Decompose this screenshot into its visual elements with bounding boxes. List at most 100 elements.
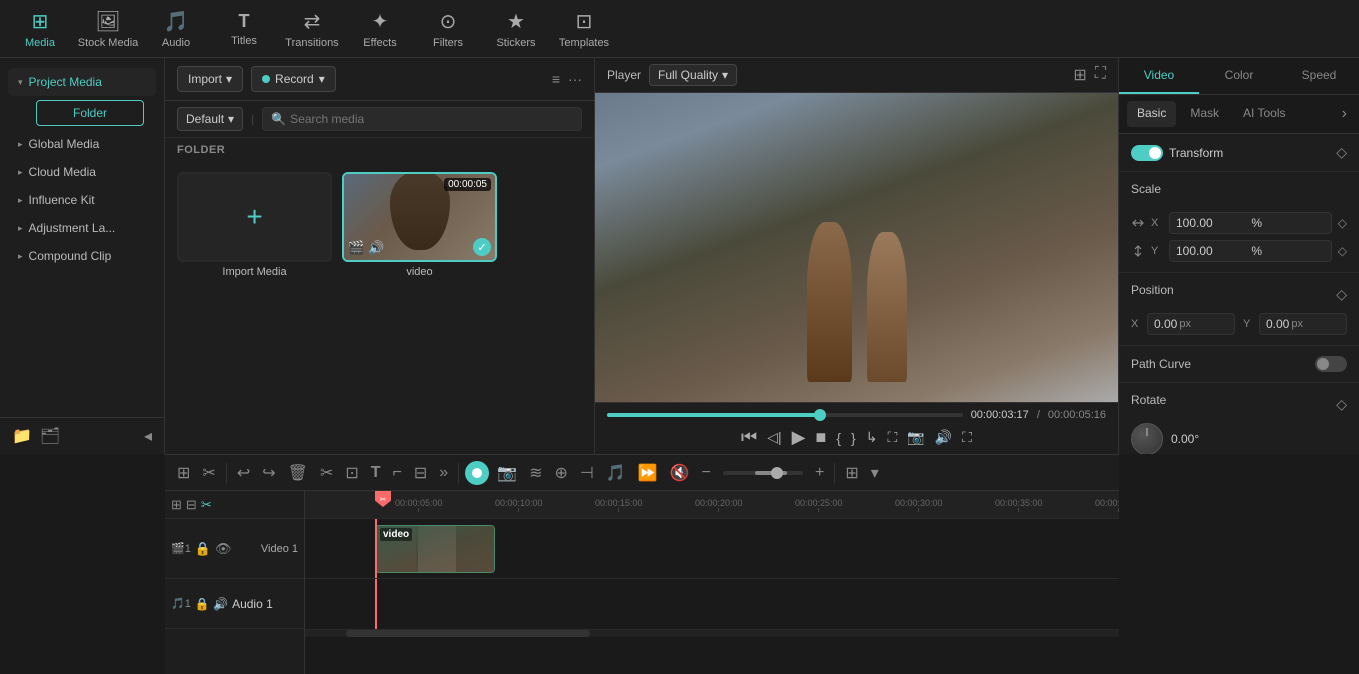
fullscreen-icon[interactable]: ⛶	[1095, 65, 1106, 85]
progress-thumb[interactable]	[814, 409, 826, 421]
tl-chevron-down-icon[interactable]: ▾	[867, 461, 883, 485]
mark-in-icon[interactable]: {	[836, 430, 841, 446]
sidebar-item-project-media[interactable]: ▾ Project Media	[8, 68, 156, 96]
volume-icon[interactable]: 🔊	[935, 429, 952, 446]
search-input-wrap[interactable]: 🔍	[262, 107, 582, 131]
import-media-thumb[interactable]: +	[177, 172, 332, 262]
skip-back-icon[interactable]: ⏮	[741, 427, 757, 448]
tl-corner-icon[interactable]: ⌐	[389, 462, 406, 484]
snapshot-icon[interactable]: 📷	[907, 429, 924, 446]
tl-split-track-icon[interactable]: ✂	[201, 497, 212, 513]
record-button[interactable]: Record ▾	[251, 66, 336, 92]
add-to-timeline-icon[interactable]: ↳	[866, 429, 878, 446]
video-media-thumb[interactable]: 00:00:05 🎬 🔊 ✓	[342, 172, 497, 262]
quality-select[interactable]: Full Quality ▾	[649, 64, 737, 86]
time-current: 00:00:03:17	[971, 409, 1029, 421]
sub-tab-ai-tools[interactable]: AI Tools	[1233, 101, 1295, 127]
tl-mute-icon[interactable]: 🔇	[666, 461, 694, 485]
transform-reset-icon[interactable]: ◇	[1336, 144, 1347, 161]
tl-delete-icon[interactable]: 🗑	[284, 461, 312, 485]
sidebar-item-global-media[interactable]: ▸ Global Media	[8, 130, 156, 158]
toolbar-item-stock[interactable]: 🖼 Stock Media	[76, 3, 140, 55]
default-select[interactable]: Default ▾	[177, 107, 243, 131]
expand-icon[interactable]: ⛶	[962, 429, 972, 446]
toolbar-item-transitions[interactable]: ⇄ Transitions	[280, 3, 344, 55]
import-media-item[interactable]: + Import Media	[177, 172, 332, 444]
sidebar-item-cloud-media[interactable]: ▸ Cloud Media	[8, 158, 156, 186]
stop-icon[interactable]: ■	[815, 427, 826, 448]
zoom-icon[interactable]: ⛶	[887, 429, 897, 446]
timeline-scrollbar[interactable]	[305, 629, 1119, 637]
sub-tab-basic[interactable]: Basic	[1127, 101, 1176, 127]
tl-redo-icon[interactable]: ↪	[258, 461, 279, 485]
play-icon[interactable]: ▶	[792, 427, 806, 448]
tl-crop-icon[interactable]: ⊡	[341, 461, 362, 485]
audio-track-visible-icon[interactable]: 🔊	[213, 597, 228, 611]
tl-wave-icon[interactable]: ≋	[525, 461, 546, 485]
import-button[interactable]: Import ▾	[177, 66, 243, 92]
media-filter-icon[interactable]: ≡	[552, 71, 560, 87]
sub-tab-more-icon[interactable]: ›	[1338, 101, 1351, 127]
tl-layout-icon[interactable]: ⊞	[841, 461, 862, 485]
tl-more-icon[interactable]: »	[435, 462, 452, 484]
toolbar-item-effects[interactable]: ✦ Effects	[348, 3, 412, 55]
grid-view-icon[interactable]: ⊞	[1073, 65, 1086, 85]
tl-cut-icon[interactable]: ✂	[316, 461, 337, 485]
rotate-diamond-icon[interactable]: ◇	[1336, 396, 1347, 413]
scale-x-diamond-icon[interactable]: ◇	[1338, 216, 1347, 230]
scale-y-input[interactable]: 100.00 %	[1169, 240, 1332, 262]
frame-back-icon[interactable]: ◁|	[767, 429, 781, 446]
collapse-icon[interactable]: ◂	[144, 426, 152, 446]
toolbar-item-audio[interactable]: 🎵 Audio	[144, 3, 208, 55]
sidebar-item-compound-clip[interactable]: ▸ Compound Clip	[8, 242, 156, 270]
video-media-item[interactable]: 00:00:05 🎬 🔊 ✓ video	[342, 172, 497, 444]
rotate-dial[interactable]	[1131, 423, 1163, 454]
tl-audio-icon[interactable]: 🎵	[602, 461, 630, 485]
tl-plus-zoom-icon[interactable]: +	[811, 462, 828, 484]
tl-copy-icon[interactable]: ⊟	[410, 461, 431, 485]
scale-x-input[interactable]: 100.00 %	[1169, 212, 1332, 234]
video-track-visible-icon[interactable]: 👁	[215, 541, 232, 557]
tl-camera-icon[interactable]: 📷	[493, 461, 521, 485]
video-track-lock-icon[interactable]: 🔒	[195, 541, 211, 557]
toolbar-item-stickers[interactable]: ★ Stickers	[484, 3, 548, 55]
tl-scissors-alt-icon[interactable]: ✂	[198, 461, 219, 485]
sidebar-item-influence-kit[interactable]: ▸ Influence Kit	[8, 186, 156, 214]
progress-bar[interactable]	[607, 413, 963, 417]
add-folder-icon[interactable]: 📁	[12, 426, 32, 446]
position-diamond-icon[interactable]: ◇	[1336, 286, 1347, 303]
scale-y-diamond-icon[interactable]: ◇	[1338, 244, 1347, 258]
new-folder-icon[interactable]: 🗂	[40, 426, 60, 446]
pos-x-input[interactable]: 0.00 px	[1147, 313, 1235, 335]
media-more-icon[interactable]: ···	[568, 71, 582, 87]
audio-track-lock-icon[interactable]: 🔒	[195, 597, 210, 611]
sidebar-folder-button[interactable]: Folder	[36, 100, 144, 126]
tl-speed-icon[interactable]: ⏩	[634, 461, 662, 485]
sidebar-item-adjustment[interactable]: ▸ Adjustment La...	[8, 214, 156, 242]
transform-toggle[interactable]	[1131, 145, 1163, 161]
tl-grid-icon[interactable]: ⊞	[173, 461, 194, 485]
tl-undo-icon[interactable]: ↩	[233, 461, 254, 485]
titles-label: Titles	[231, 35, 257, 47]
tl-type-icon[interactable]: T	[367, 462, 385, 484]
video-clip[interactable]: video	[375, 525, 495, 573]
tl-zoom-bar[interactable]	[723, 471, 803, 475]
tab-video[interactable]: Video	[1119, 58, 1199, 94]
folder-label: Folder	[73, 106, 107, 120]
pos-y-input[interactable]: 0.00 px	[1259, 313, 1347, 335]
sub-tab-mask[interactable]: Mask	[1180, 101, 1229, 127]
tab-speed[interactable]: Speed	[1279, 58, 1359, 94]
toolbar-item-media[interactable]: ⊞ Media	[8, 3, 72, 55]
mark-out-icon[interactable]: }	[851, 430, 856, 446]
toolbar-item-titles[interactable]: T Titles	[212, 3, 276, 55]
tl-add-track-icon[interactable]: ⊞	[171, 497, 182, 513]
tl-remove-track-icon[interactable]: ⊟	[186, 497, 197, 513]
tl-trim-icon[interactable]: ⊣	[576, 461, 598, 485]
search-input[interactable]	[290, 112, 573, 126]
toolbar-item-templates[interactable]: ⊡ Templates	[552, 3, 616, 55]
path-curve-toggle[interactable]	[1315, 356, 1347, 372]
tab-color[interactable]: Color	[1199, 58, 1279, 94]
tl-minus-zoom-icon[interactable]: −	[698, 462, 715, 484]
toolbar-item-filters[interactable]: ⊙ Filters	[416, 3, 480, 55]
tl-split-icon[interactable]: ⊕	[551, 461, 572, 485]
